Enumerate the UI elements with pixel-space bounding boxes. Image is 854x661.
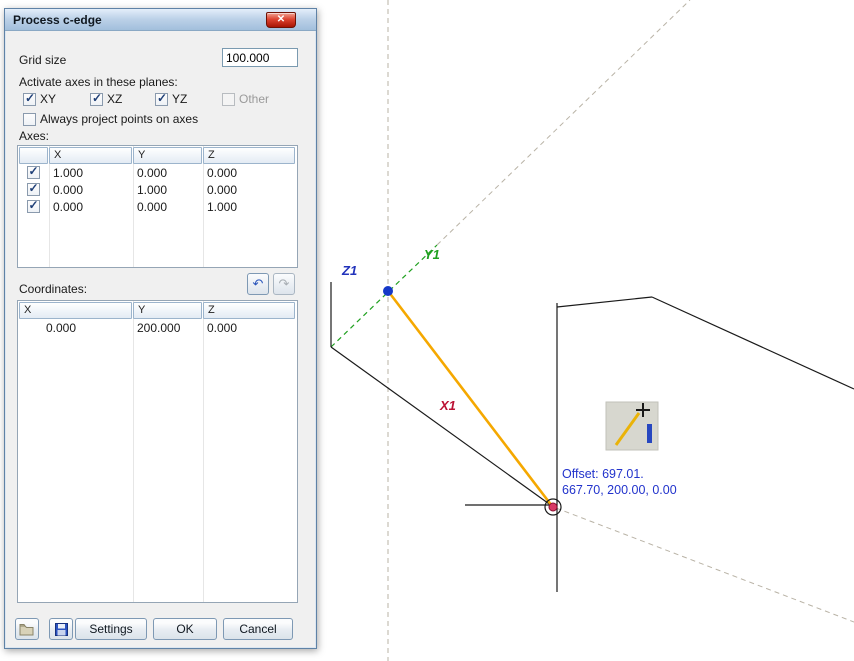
axes-row2-x: 0.000 bbox=[53, 182, 84, 197]
axes-header-z[interactable]: Z bbox=[203, 147, 295, 164]
load-settings-button[interactable] bbox=[15, 618, 39, 640]
save-icon bbox=[54, 622, 68, 636]
endpoint-dot-marker bbox=[548, 502, 558, 512]
axes-row1-x: 1.000 bbox=[53, 165, 84, 180]
axes-row3-y: 0.000 bbox=[137, 199, 168, 214]
plane-checkbox-xz[interactable]: XZ bbox=[90, 91, 123, 106]
axes-row3-z: 1.000 bbox=[207, 199, 238, 214]
y-axis-line bbox=[330, 244, 438, 348]
x-axis-edge bbox=[330, 346, 553, 507]
grid-size-input[interactable] bbox=[222, 48, 298, 67]
axes-row1-y: 0.000 bbox=[137, 165, 168, 180]
coordinates-section-label: Coordinates: bbox=[19, 282, 88, 296]
diagonal-construction-line bbox=[555, 507, 854, 623]
save-settings-button[interactable] bbox=[49, 618, 73, 640]
project-points-checkbox-row[interactable]: Always project points on axes bbox=[23, 112, 198, 126]
close-button[interactable]: ✕ bbox=[266, 11, 296, 28]
axes-row2-checkbox[interactable] bbox=[26, 183, 40, 196]
coordinates-table-row[interactable]: 0.000 200.000 0.000 bbox=[18, 319, 297, 336]
dialog-titlebar[interactable]: Process c-edge ✕ bbox=[5, 9, 316, 31]
offset-tooltip-line2: 667.70, 200.00, 0.00 bbox=[562, 483, 677, 497]
app-canvas: Z1 Y1 X1 Offset: 697.01. 667.70, 200.00,… bbox=[0, 0, 854, 661]
folder-icon bbox=[19, 623, 34, 635]
dialog-title: Process c-edge bbox=[13, 12, 102, 27]
coords-header-x[interactable]: X bbox=[19, 302, 132, 319]
axes-row2-z: 0.000 bbox=[207, 182, 238, 197]
cancel-button[interactable]: Cancel bbox=[223, 618, 293, 640]
project-points-label: Always project points on axes bbox=[40, 112, 199, 126]
axes-row2-y: 1.000 bbox=[137, 182, 168, 197]
axes-header-x[interactable]: X bbox=[49, 147, 132, 164]
axes-row1-checkbox[interactable] bbox=[26, 166, 40, 179]
axes-row1-z: 0.000 bbox=[207, 165, 238, 180]
plane-checkbox-other: Other bbox=[222, 92, 269, 106]
x-axis-label: X1 bbox=[440, 398, 456, 413]
coords-header-z[interactable]: Z bbox=[203, 302, 295, 319]
axes-header-y[interactable]: Y bbox=[133, 147, 202, 164]
z-axis-label: Z1 bbox=[342, 263, 358, 278]
checkbox-xy-label: XY bbox=[40, 92, 57, 106]
checkbox-yz-label: YZ bbox=[172, 92, 188, 106]
snap-point-marker bbox=[383, 286, 393, 296]
redo-icon: ↷ bbox=[278, 276, 290, 291]
settings-button[interactable]: Settings bbox=[75, 618, 147, 640]
plane-checkbox-yz[interactable]: YZ bbox=[155, 91, 188, 106]
coords-row1-z: 0.000 bbox=[207, 320, 238, 335]
axes-row3-checkbox[interactable] bbox=[26, 200, 40, 213]
sketch-top-edge bbox=[556, 296, 653, 308]
axes-table-header: X Y Z bbox=[18, 146, 297, 164]
undo-point-button[interactable]: ↶ bbox=[247, 273, 269, 295]
coordinates-table-header: X Y Z bbox=[18, 301, 297, 319]
y-axis-label: Y1 bbox=[424, 247, 440, 262]
edge-tool-cursor-icon bbox=[605, 401, 659, 451]
checkbox-project-points[interactable] bbox=[23, 112, 36, 126]
checkbox-yz[interactable] bbox=[155, 91, 168, 106]
ok-button[interactable]: OK bbox=[153, 618, 217, 640]
grid-size-label: Grid size bbox=[19, 53, 67, 67]
process-c-edge-dialog: Process c-edge ✕ Grid size Activate axes… bbox=[4, 8, 317, 649]
activate-axes-label: Activate axes in these planes: bbox=[19, 75, 178, 89]
offset-tooltip: Offset: 697.01. 667.70, 200.00, 0.00 bbox=[562, 466, 677, 498]
checkbox-xz[interactable] bbox=[90, 91, 103, 106]
coords-header-y[interactable]: Y bbox=[133, 302, 202, 319]
sketch-diagonal-edge bbox=[651, 296, 854, 390]
axes-table-row[interactable]: 0.000 1.000 0.000 bbox=[18, 181, 297, 198]
undo-icon: ↶ bbox=[252, 276, 264, 291]
offset-tooltip-line1: Offset: 697.01. bbox=[562, 467, 644, 481]
axes-row3-x: 0.000 bbox=[53, 199, 84, 214]
axes-header-check-column[interactable] bbox=[19, 147, 48, 164]
checkbox-other bbox=[222, 92, 235, 106]
active-edge-line bbox=[386, 290, 554, 507]
coords-row1-x: 0.000 bbox=[46, 320, 77, 335]
checkbox-other-label: Other bbox=[239, 92, 270, 106]
checkbox-xz-label: XZ bbox=[107, 92, 123, 106]
axes-table-row[interactable]: 0.000 0.000 1.000 bbox=[18, 198, 297, 215]
axes-section-label: Axes: bbox=[19, 129, 50, 143]
redo-point-button[interactable]: ↷ bbox=[273, 273, 295, 295]
coords-row1-y: 200.000 bbox=[137, 320, 181, 335]
axes-table[interactable]: X Y Z 1.000 0.000 0.000 0.000 1.000 0.00… bbox=[17, 145, 298, 268]
plane-checkbox-xy[interactable]: XY bbox=[23, 91, 57, 106]
checkbox-xy[interactable] bbox=[23, 91, 36, 106]
y-axis-extension-line bbox=[436, 0, 691, 246]
axes-table-row[interactable]: 1.000 0.000 0.000 bbox=[18, 164, 297, 181]
coordinates-table[interactable]: X Y Z 0.000 200.000 0.000 bbox=[17, 300, 298, 603]
